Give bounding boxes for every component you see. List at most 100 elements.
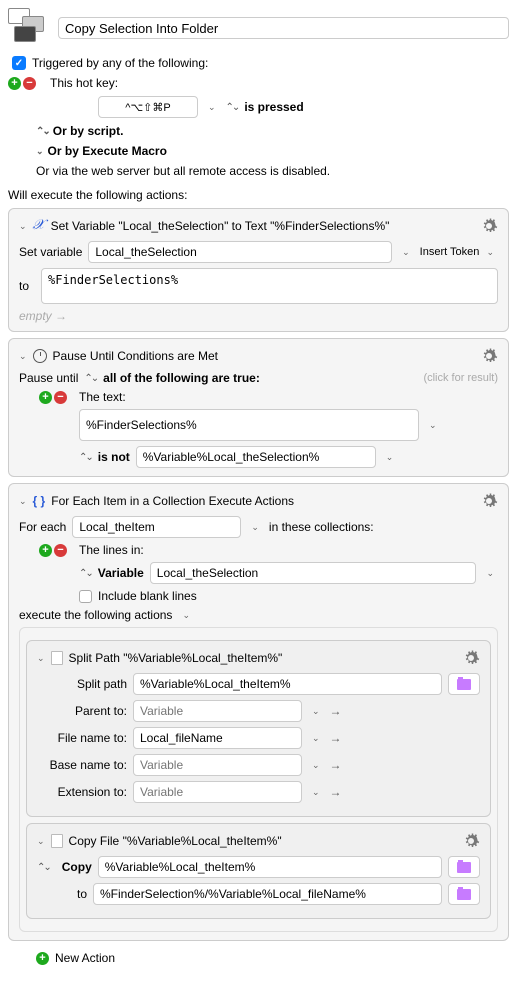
execute-macro-trigger-label: Or by Execute Macro bbox=[48, 144, 167, 158]
for-each-label: For each bbox=[19, 520, 66, 534]
parent-to-label: Parent to: bbox=[37, 704, 127, 718]
source-variable-input[interactable] bbox=[150, 562, 477, 584]
chevron-down-icon[interactable]: ⌄ bbox=[178, 610, 194, 621]
chevron-down-icon[interactable]: ⌄ bbox=[37, 836, 45, 847]
pause-until-label: Pause until bbox=[19, 371, 78, 385]
basename-to-label: Base name to: bbox=[37, 758, 127, 772]
braces-icon: { } bbox=[33, 494, 46, 508]
filename-to-label: File name to: bbox=[37, 731, 127, 745]
arrow-right-icon: → bbox=[330, 704, 342, 718]
condition-compare-input[interactable] bbox=[136, 446, 376, 468]
action-copy-file: ⌄ Copy File "%Variable%Local_theItem%" ⌃… bbox=[26, 823, 491, 919]
chevron-down-icon[interactable]: ⌄ bbox=[425, 420, 441, 431]
variable-icon: 𝒳 bbox=[33, 218, 45, 234]
folder-icon bbox=[457, 889, 471, 900]
gear-icon[interactable] bbox=[462, 832, 480, 850]
chevron-down-icon[interactable]: ⌄ bbox=[398, 247, 414, 258]
variable-value-input[interactable]: %FinderSelections% bbox=[41, 268, 498, 304]
action-title: Set Variable "Local_theSelection" to Tex… bbox=[51, 219, 390, 233]
chevron-down-icon[interactable]: ⌄ bbox=[308, 733, 324, 744]
filename-variable-input[interactable] bbox=[133, 727, 302, 749]
add-condition-icon[interactable]: + bbox=[39, 391, 52, 404]
to-label: to bbox=[19, 279, 35, 293]
click-result-hint[interactable]: (click for result) bbox=[423, 372, 498, 384]
chevron-down-icon[interactable]: ⌄ bbox=[382, 452, 398, 463]
split-path-input[interactable] bbox=[133, 673, 442, 695]
arrow-right-icon: → bbox=[330, 731, 342, 745]
remove-trigger-icon[interactable]: − bbox=[23, 77, 36, 90]
arrow-right-icon: → bbox=[330, 785, 342, 799]
clock-icon bbox=[33, 349, 47, 363]
web-server-trigger-label: Or via the web server but all remote acc… bbox=[36, 164, 509, 178]
chevron-down-icon[interactable]: ⌄ bbox=[37, 653, 45, 664]
add-collection-icon[interactable]: + bbox=[39, 544, 52, 557]
source-type-label[interactable]: Variable bbox=[98, 566, 144, 580]
include-blank-label: Include blank lines bbox=[98, 589, 197, 603]
updown-icon[interactable]: ⌃⌄ bbox=[79, 568, 92, 579]
folder-picker-button[interactable] bbox=[448, 856, 480, 878]
condition-type-label: The text: bbox=[79, 390, 126, 404]
variable-name-input[interactable] bbox=[88, 241, 392, 263]
condition-mode[interactable]: all of the following are true: bbox=[103, 371, 260, 385]
folder-picker-button[interactable] bbox=[448, 883, 480, 905]
chevron-down-icon[interactable]: ⌄ bbox=[19, 221, 27, 232]
updown-icon[interactable]: ⌃⌄ bbox=[79, 452, 92, 463]
copy-dest-input[interactable] bbox=[93, 883, 442, 905]
gear-icon[interactable] bbox=[480, 217, 498, 235]
split-path-label: Split path bbox=[37, 677, 127, 691]
remove-condition-icon[interactable]: − bbox=[54, 391, 67, 404]
chevron-down-icon[interactable]: ⌄ bbox=[308, 787, 324, 798]
trigger-label: Triggered by any of the following: bbox=[32, 56, 208, 70]
new-action-label[interactable]: New Action bbox=[55, 951, 115, 965]
basename-variable-input[interactable] bbox=[133, 754, 302, 776]
remove-collection-icon[interactable]: − bbox=[54, 544, 67, 557]
updown-icon[interactable]: ⌃⌄ bbox=[226, 102, 239, 113]
pressed-label: is pressed bbox=[244, 100, 303, 114]
chevron-down-icon[interactable]: ⌄ bbox=[247, 522, 263, 533]
chevron-down-icon[interactable]: ⌄ bbox=[308, 706, 324, 717]
hotkey-input[interactable]: ^⌥⇧⌘P bbox=[98, 96, 198, 118]
execute-actions-label: execute the following actions bbox=[19, 608, 172, 622]
set-variable-label: Set variable bbox=[19, 245, 82, 259]
chevron-down-icon[interactable]: ⌄ bbox=[19, 496, 27, 507]
lines-in-label: The lines in: bbox=[79, 543, 144, 557]
macro-icon bbox=[8, 8, 48, 48]
extension-to-label: Extension to: bbox=[37, 785, 127, 799]
action-split-path: ⌄ Split Path "%Variable%Local_theItem%" … bbox=[26, 640, 491, 817]
file-icon bbox=[51, 651, 63, 665]
extension-variable-input[interactable] bbox=[133, 781, 302, 803]
action-pause-until: ⌄ Pause Until Conditions are Met Pause u… bbox=[8, 338, 509, 477]
chevron-down-icon[interactable]: ⌄ bbox=[308, 760, 324, 771]
gear-icon[interactable] bbox=[462, 649, 480, 667]
copy-label[interactable]: Copy bbox=[56, 860, 92, 874]
item-variable-input[interactable] bbox=[72, 516, 241, 538]
chevron-down-icon[interactable]: ⌄ bbox=[19, 351, 27, 362]
actions-section-label: Will execute the following actions: bbox=[8, 188, 509, 202]
macro-title-input[interactable] bbox=[58, 17, 509, 39]
chevron-down-icon[interactable]: ⌄ bbox=[482, 568, 498, 579]
add-action-icon[interactable]: + bbox=[36, 952, 49, 965]
action-title: Split Path "%Variable%Local_theItem%" bbox=[69, 651, 283, 665]
folder-picker-button[interactable] bbox=[448, 673, 480, 695]
updown-icon[interactable]: ⌃⌄ bbox=[37, 862, 50, 873]
arrow-right-icon: → bbox=[330, 758, 342, 772]
action-title: Pause Until Conditions are Met bbox=[53, 349, 218, 363]
action-title: For Each Item in a Collection Execute Ac… bbox=[51, 494, 294, 508]
insert-token-button[interactable]: Insert Token ⌄ bbox=[420, 246, 498, 258]
updown-icon[interactable]: ⌃⌄ bbox=[84, 373, 97, 384]
condition-operator[interactable]: is not bbox=[98, 450, 130, 464]
trigger-enabled-checkbox[interactable] bbox=[12, 56, 26, 70]
parent-variable-input[interactable] bbox=[133, 700, 302, 722]
hotkey-options-icon[interactable]: ⌄ bbox=[204, 102, 220, 113]
action-for-each: ⌄ { } For Each Item in a Collection Exec… bbox=[8, 483, 509, 941]
copy-source-input[interactable] bbox=[98, 856, 442, 878]
condition-text-input[interactable]: %FinderSelections% bbox=[79, 409, 419, 441]
empty-hint: empty → bbox=[19, 309, 498, 323]
updown-icon[interactable]: ⌃⌄ bbox=[36, 126, 49, 137]
gear-icon[interactable] bbox=[480, 347, 498, 365]
add-trigger-icon[interactable]: + bbox=[8, 77, 21, 90]
include-blank-checkbox[interactable] bbox=[79, 590, 92, 603]
gear-icon[interactable] bbox=[480, 492, 498, 510]
script-trigger-label: Or by script. bbox=[53, 124, 124, 138]
chevron-down-icon[interactable]: ⌄ bbox=[36, 146, 44, 157]
